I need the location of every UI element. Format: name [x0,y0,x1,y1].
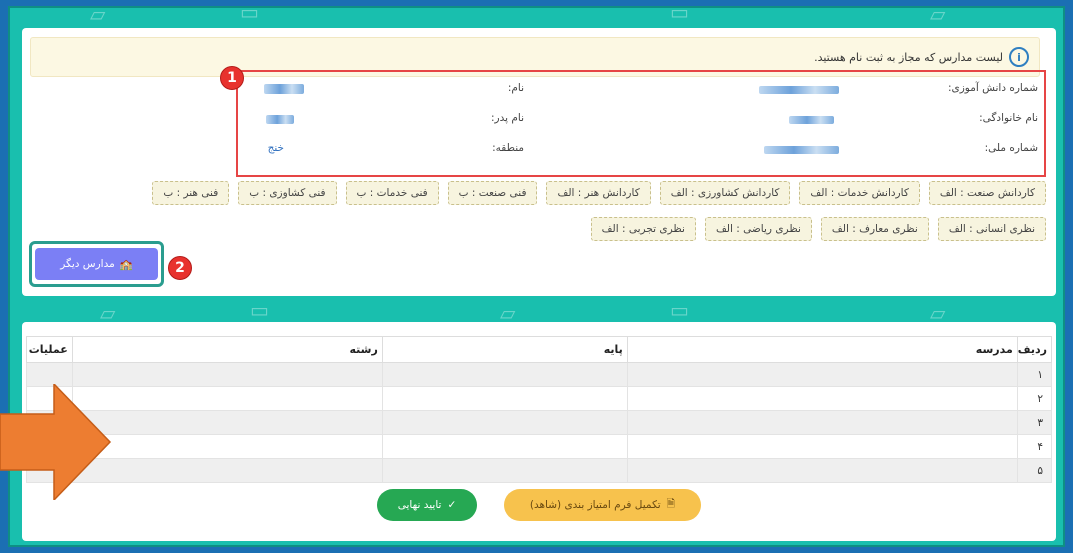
user-check-icon: ✓ [447,499,457,511]
school-icon: 🏫 [119,258,133,271]
complete-form-label: تکمیل فرم امتیاز بندی (شاهد) [529,499,661,511]
table-header-row: ردیف مدرسه پایه رشته عملیات [26,336,1053,363]
column-header-field: رشته [71,336,383,363]
name-value [264,84,304,94]
family-name-value [789,116,834,124]
family-name-label: نام خانوادگی: [979,112,1038,124]
father-name-label: نام پدر: [490,112,524,124]
decor-icon: ▭ [240,0,259,24]
school-selection-table: ردیف مدرسه پایه رشته عملیات ۱ ۲ ۳ ۴ ۵ [26,336,1053,483]
field-cell[interactable] [71,386,383,411]
name-label: نام: [507,82,524,94]
column-header-actions: عملیات [26,336,73,363]
field-chip: کاردانش صنعت : الف [928,181,1046,205]
complete-scoring-form-button[interactable]: 🗎 تکمیل فرم امتیاز بندی (شاهد) [504,489,701,521]
column-header-grade: پایه [381,336,628,363]
field-chip: فنی خدمات : ب [345,181,439,205]
grade-cell[interactable] [381,410,628,435]
other-schools-highlight: 🏫 مدارس دیگر [29,241,164,287]
table-row: ۱ [26,362,1053,387]
info-row: شماره ملی: منطقه: خنج [238,142,1044,162]
school-cell[interactable] [626,458,1018,483]
row-number: ۵ [1016,458,1053,483]
field-chip: کاردانش کشاورزی : الف [659,181,791,205]
field-chip: نظری انسانی : الف [937,217,1046,241]
column-header-school: مدرسه [626,336,1018,363]
grade-cell[interactable] [381,362,628,387]
grade-cell[interactable] [381,386,628,411]
region-label: منطقه: [492,142,524,154]
school-cell[interactable] [626,362,1018,387]
school-cell[interactable] [626,434,1018,459]
national-id-label: شماره ملی: [984,142,1038,154]
national-id-value [764,146,839,154]
grade-cell[interactable] [381,458,628,483]
table-row: ۲ [26,386,1053,411]
field-chip: نظری ریاضی : الف [704,217,812,241]
row-number: ۳ [1016,410,1053,435]
field-cell[interactable] [71,458,383,483]
decor-icon: ▱ [90,2,106,26]
father-name-value [266,115,294,124]
row-number: ۴ [1016,434,1053,459]
row-number: ۱ [1016,362,1053,387]
field-chip: فنی صنعت : ب [447,181,538,205]
decor-icon: ▱ [930,2,946,26]
alert-text: لیست مدارس که مجاز به ثبت نام هستید. [814,50,1003,64]
school-cell[interactable] [626,410,1018,435]
table-row: ۵ [26,458,1053,483]
info-row: شماره دانش آموزی: نام: [238,82,1044,102]
region-value: خنج [267,142,284,154]
table-row: ۳ [26,410,1053,435]
school-cell[interactable] [626,386,1018,411]
other-schools-button[interactable]: 🏫 مدارس دیگر [35,248,158,280]
student-number-label: شماره دانش آموزی: [947,82,1038,94]
field-chip: کاردانش هنر : الف [546,181,651,205]
field-chip: کاردانش خدمات : الف [799,181,920,205]
field-chip: نظری معارف : الف [820,217,929,241]
field-cell[interactable] [71,434,383,459]
row-number: ۲ [1016,386,1053,411]
annotation-badge-1: 1 [220,66,244,90]
student-details-box: شماره دانش آموزی: نام: نام خانوادگی: نام… [236,70,1046,177]
grade-cell[interactable] [381,434,628,459]
final-confirm-button[interactable]: ✓ تایید نهایی [377,489,477,521]
allowed-fields-row-1: کاردانش صنعت : الف کاردانش خدمات : الف ک… [152,181,1046,205]
form-icon: 🗎 [666,498,676,510]
student-number-value [759,86,839,94]
field-cell[interactable] [71,362,383,387]
info-icon: i [1009,47,1029,67]
actions-cell[interactable] [26,362,73,387]
field-chip: فنی کشاوزی : ب [238,181,337,205]
other-schools-label: مدارس دیگر [60,258,115,270]
annotation-arrow-icon [0,384,112,500]
info-row: نام خانوادگی: نام پدر: [238,112,1044,132]
decor-icon: ▭ [250,298,269,322]
field-chip: نظری تجربی : الف [590,217,696,241]
annotation-badge-2: 2 [168,256,192,280]
allowed-fields-row-2: نظری انسانی : الف نظری معارف : الف نظری … [590,217,1046,241]
student-info-card: i لیست مدارس که مجاز به ثبت نام هستید. ش… [22,28,1056,296]
final-confirm-label: تایید نهایی [397,499,442,511]
field-chip: فنی هنر : ب [152,181,230,205]
decor-icon: ▭ [670,298,689,322]
column-header-row: ردیف [1016,336,1053,363]
selection-table-card: ردیف مدرسه پایه رشته عملیات ۱ ۲ ۳ ۴ ۵ 🗎 … [22,322,1056,541]
field-cell[interactable] [71,410,383,435]
table-row: ۴ [26,434,1053,459]
decor-icon: ▭ [670,0,689,24]
